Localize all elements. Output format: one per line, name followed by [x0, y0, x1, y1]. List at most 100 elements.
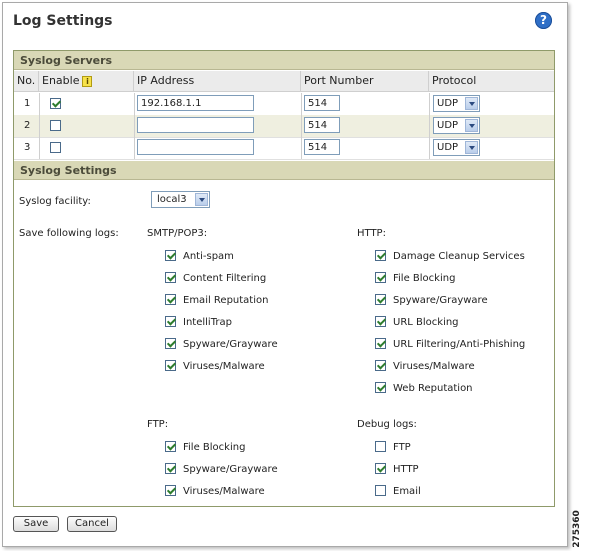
syslog-facility-select[interactable]: local3 [151, 191, 210, 208]
table-row: 2 514 UDP [14, 115, 554, 138]
option-label: Spyware/Grayware [183, 339, 278, 350]
ip-address-input[interactable] [137, 117, 254, 133]
checkbox[interactable] [375, 360, 386, 371]
chevron-down-icon [465, 140, 478, 154]
checkbox[interactable] [165, 338, 176, 349]
option-label: URL Filtering/Anti-Phishing [393, 339, 526, 350]
log-option-ftp-file-blocking[interactable]: File Blocking [165, 441, 245, 455]
option-label: FTP [393, 442, 411, 453]
checkbox[interactable] [375, 338, 386, 349]
checkbox[interactable] [165, 463, 176, 474]
log-option-content-filtering[interactable]: Content Filtering [165, 272, 266, 286]
log-option-http-spyware[interactable]: Spyware/Grayware [375, 294, 488, 308]
page-title: Log Settings [13, 13, 113, 29]
checkbox[interactable] [165, 360, 176, 371]
help-icon[interactable]: ? [535, 12, 552, 29]
protocol-value: UDP [437, 141, 459, 153]
log-option-url-blocking[interactable]: URL Blocking [375, 316, 459, 330]
option-label: Viruses/Malware [183, 361, 265, 372]
ftp-label: FTP: [147, 419, 169, 430]
log-option-anti-spam[interactable]: Anti-spam [165, 250, 234, 264]
option-label: Anti-spam [183, 251, 234, 262]
chevron-down-icon [465, 118, 478, 132]
port-input[interactable]: 514 [304, 139, 340, 155]
option-label: URL Blocking [393, 317, 459, 328]
checkbox[interactable] [375, 250, 386, 261]
option-label: File Blocking [183, 442, 246, 453]
col-ip: IP Address [134, 71, 301, 91]
col-port: Port Number [301, 71, 429, 91]
debug-option-http[interactable]: HTTP [375, 463, 419, 477]
port-input[interactable]: 514 [304, 117, 340, 133]
option-label: Spyware/Grayware [393, 295, 488, 306]
option-label: Content Filtering [183, 273, 267, 284]
table-row: 3 514 UDP [14, 137, 554, 160]
servers-table-header: No. Enable i IP Address Port Number Proto… [14, 71, 554, 92]
col-protocol: Protocol [432, 74, 477, 87]
option-label: HTTP [393, 464, 419, 475]
checkbox[interactable] [165, 485, 176, 496]
checkbox[interactable] [375, 272, 386, 283]
log-option-ftp-spyware[interactable]: Spyware/Grayware [165, 463, 278, 477]
log-option-smtp-viruses[interactable]: Viruses/Malware [165, 360, 265, 374]
protocol-select[interactable]: UDP [433, 116, 480, 134]
option-label: Email [393, 486, 421, 497]
protocol-value: UDP [437, 97, 459, 109]
option-label: Damage Cleanup Services [393, 251, 525, 262]
debug-logs-label: Debug logs: [357, 419, 417, 430]
log-option-web-reputation[interactable]: Web Reputation [375, 382, 473, 396]
protocol-select[interactable]: UDP [433, 94, 480, 112]
save-logs-label: Save following logs: [19, 228, 119, 239]
info-icon[interactable]: i [82, 75, 93, 87]
option-label: Web Reputation [393, 383, 473, 394]
port-input[interactable]: 514 [304, 95, 340, 111]
figure-code: 275360 [570, 510, 584, 548]
log-option-ftp-viruses[interactable]: Viruses/Malware [165, 485, 265, 499]
checkbox[interactable] [375, 382, 386, 393]
protocol-select[interactable]: UDP [433, 138, 480, 156]
enable-checkbox[interactable] [50, 97, 61, 109]
log-option-http-file-blocking[interactable]: File Blocking [375, 272, 455, 286]
syslog-facility-label: Syslog facility: [19, 196, 91, 207]
row-no: 2 [24, 120, 31, 131]
log-option-url-filtering[interactable]: URL Filtering/Anti-Phishing [375, 338, 525, 352]
checkbox[interactable] [375, 316, 386, 327]
log-option-damage-cleanup[interactable]: Damage Cleanup Services [375, 250, 525, 264]
chevron-down-icon [465, 96, 478, 110]
enable-checkbox[interactable] [50, 119, 61, 131]
chevron-down-icon [195, 193, 208, 206]
ip-address-input[interactable]: 192.168.1.1 [137, 95, 254, 111]
debug-option-ftp[interactable]: FTP [375, 441, 411, 455]
checkbox[interactable] [375, 463, 386, 474]
syslog-servers-heading: Syslog Servers [14, 51, 554, 70]
row-no: 3 [24, 142, 31, 153]
checkbox[interactable] [375, 441, 386, 452]
figure-code-text: 275360 [571, 510, 582, 548]
checkbox[interactable] [165, 316, 176, 327]
syslog-settings-heading: Syslog Settings [14, 161, 554, 180]
checkbox[interactable] [375, 485, 386, 496]
log-settings-panel: Log Settings ? Syslog Servers No. Enable… [2, 2, 568, 547]
col-enable: Enable i [39, 71, 134, 91]
log-option-smtp-spyware[interactable]: Spyware/Grayware [165, 338, 278, 352]
log-option-email-reputation[interactable]: Email Reputation [165, 294, 268, 308]
save-button[interactable]: Save [13, 516, 59, 532]
log-option-http-viruses[interactable]: Viruses/Malware [375, 360, 475, 374]
option-label: Viruses/Malware [393, 361, 475, 372]
col-enable-label: Enable [42, 74, 80, 87]
checkbox[interactable] [165, 441, 176, 452]
debug-option-email[interactable]: Email [375, 485, 421, 499]
table-row: 1 192.168.1.1 514 UDP [14, 93, 554, 116]
smtp-pop3-label: SMTP/POP3: [147, 228, 208, 239]
ip-address-input[interactable] [137, 139, 254, 155]
enable-checkbox[interactable] [50, 141, 61, 153]
checkbox[interactable] [165, 250, 176, 261]
option-label: Viruses/Malware [183, 486, 265, 497]
option-label: Email Reputation [183, 295, 269, 306]
checkbox[interactable] [375, 294, 386, 305]
log-option-intellitrap[interactable]: IntelliTrap [165, 316, 232, 330]
checkbox[interactable] [165, 294, 176, 305]
settings-frame: Syslog Servers No. Enable i IP Address Po… [13, 50, 555, 507]
checkbox[interactable] [165, 272, 176, 283]
cancel-button[interactable]: Cancel [67, 516, 117, 532]
